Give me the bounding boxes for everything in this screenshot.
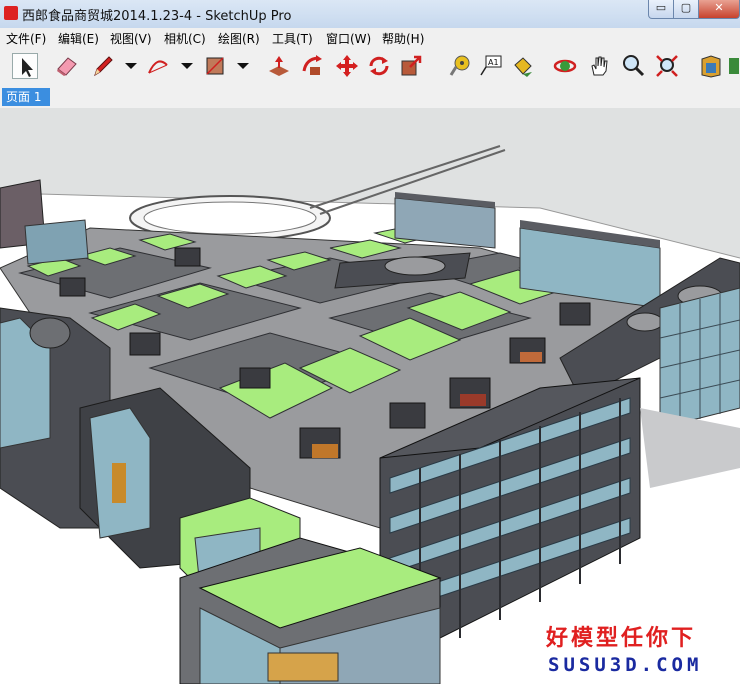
text-tool-icon[interactable]: A1 [478, 53, 504, 79]
3d-viewport[interactable] [0, 108, 740, 684]
zoom-tool-icon[interactable] [620, 53, 646, 79]
maximize-button[interactable]: ▢ [673, 0, 699, 19]
menu-file[interactable]: 文件(F) [6, 30, 46, 47]
main-toolbar: A1 [0, 48, 740, 87]
menu-draw[interactable]: 绘图(R) [218, 30, 260, 47]
rectangle-tool-icon[interactable] [202, 53, 228, 79]
warehouse-icon[interactable] [698, 53, 724, 79]
eraser-tool-icon[interactable] [54, 53, 80, 79]
close-button[interactable]: ✕ [698, 0, 740, 19]
sketchup-app-icon[interactable] [4, 6, 18, 20]
menu-window[interactable]: 窗口(W) [326, 30, 371, 47]
menu-tools[interactable]: 工具(T) [272, 30, 313, 47]
shape-dropdown-icon[interactable] [230, 53, 256, 79]
scale-tool-icon[interactable] [398, 53, 424, 79]
orbit-tool-icon[interactable] [552, 53, 578, 79]
title-bar: 西郎食品商贸城2014.1.23-4 - SketchUp Pro ▭ ▢ ✕ [0, 0, 740, 28]
scene-tab-bar: 页面 1 [0, 86, 740, 108]
move-tool-icon[interactable] [334, 53, 360, 79]
model-render [0, 108, 740, 684]
arc-tool-icon[interactable] [145, 53, 171, 79]
watermark-slogan: 好模型任你下 [546, 626, 697, 651]
rotate-tool-icon[interactable] [366, 53, 392, 79]
select-tool-icon[interactable] [12, 53, 38, 79]
menu-view[interactable]: 视图(V) [110, 30, 152, 47]
paint-bucket-tool-icon[interactable] [510, 53, 536, 79]
push-pull-tool-icon[interactable] [266, 53, 292, 79]
pan-tool-icon[interactable] [586, 53, 612, 79]
tab-scene-1[interactable]: 页面 1 [2, 88, 50, 106]
watermark-url: SUSU3D.COM [548, 654, 703, 676]
pencil-line-tool-icon[interactable] [90, 53, 116, 79]
svg-text:A1: A1 [488, 58, 499, 67]
extension-warehouse-icon[interactable] [726, 53, 740, 79]
menu-edit[interactable]: 编辑(E) [58, 30, 99, 47]
menu-help[interactable]: 帮助(H) [382, 30, 424, 47]
follow-me-tool-icon[interactable] [300, 53, 326, 79]
zoom-extents-tool-icon[interactable] [654, 53, 680, 79]
arc-dropdown-icon[interactable] [174, 53, 200, 79]
minimize-button[interactable]: ▭ [648, 0, 674, 19]
line-dropdown-icon[interactable] [118, 53, 144, 79]
window-title: 西郎食品商贸城2014.1.23-4 - SketchUp Pro [22, 9, 292, 24]
tape-measure-tool-icon[interactable] [448, 53, 474, 79]
menu-bar: 文件(F) 编辑(E) 视图(V) 相机(C) 绘图(R) 工具(T) 窗口(W… [0, 28, 740, 48]
menu-camera[interactable]: 相机(C) [164, 30, 206, 47]
